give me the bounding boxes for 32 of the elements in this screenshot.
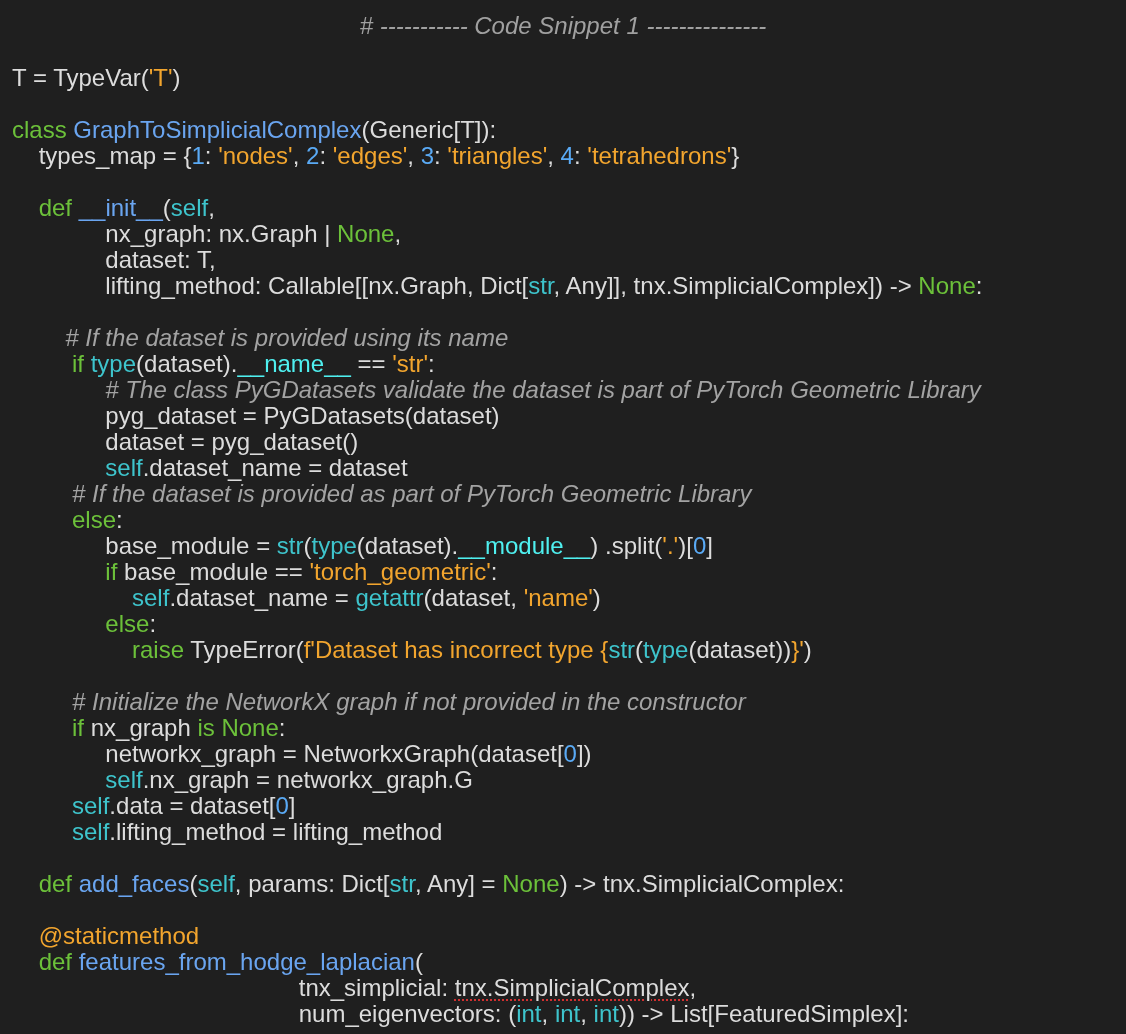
- code-line: self.data = dataset[0]: [71, 793, 296, 819]
- code-line: if nx_graph is None:: [71, 715, 286, 741]
- code-line: # If the dataset is provided using its name: [64, 325, 509, 351]
- code-line: dataset = pyg_dataset(): [104, 429, 359, 455]
- code-line: def add_faces(self, params: Dict[str, Any] = None) -> tnx.SimplicialComplex:: [37, 871, 845, 897]
- code-line: # If the dataset is provided as part of PyTorch Geometric Library: [71, 481, 752, 507]
- code-line: class GraphToSimplicialComplex(Generic[T]):: [12, 117, 497, 143]
- code-line: raise TypeError(f'Dataset has incorrect type {str(type(dataset))}'): [131, 637, 812, 663]
- code-line: dataset: T,: [104, 247, 216, 273]
- code-line: self.nx_graph = networkx_graph.G: [104, 767, 473, 793]
- code-line: def features_from_hodge_laplacian(: [37, 949, 423, 975]
- code-line: self.lifting_method = lifting_method: [71, 819, 443, 845]
- code-line: tnx_simplicial: tnx.SimplicialComplex,: [298, 975, 697, 1001]
- code-line: if type(dataset).__name__ == 'str':: [71, 351, 435, 377]
- code-line: num_eigenvectors: (int, int, int)) -> List[FeaturedSimplex]:: [297, 1001, 910, 1027]
- code-line: # Initialize the NetworkX graph if not provided in the constructor: [71, 689, 746, 715]
- code-line: lifting_method: Callable[[nx.Graph, Dict[str, Any]], tnx.SimplicialComplex]) -> None:: [104, 273, 983, 299]
- code-line: self.dataset_name = dataset: [104, 455, 408, 481]
- code-line: base_module = str(type(dataset).__module__) .split('.')[0]: [104, 533, 713, 559]
- code-line: nx_graph: nx.Graph | None,: [105, 221, 402, 247]
- code-line: # The class PyGDatasets validate the dataset is part of PyTorch Geometric Library: [105, 377, 981, 403]
- code-line: networkx_graph = NetworkxGraph(dataset[0]): [105, 741, 592, 767]
- code-line: else:: [104, 611, 157, 637]
- code-line: types_map = {1: 'nodes', 2: 'edges', 3: 'triangles', 4: 'tetrahedrons'}: [37, 143, 740, 169]
- code-line: T = TypeVar('T'): [12, 65, 181, 91]
- code-line: def __init__(self,: [37, 195, 215, 221]
- code-line: self.dataset_name = getattr(dataset, 'name'): [132, 585, 601, 611]
- code-line: else:: [71, 507, 123, 533]
- code-line: pyg_dataset = PyGDatasets(dataset): [104, 403, 500, 429]
- code-line: @staticmethod: [37, 923, 200, 949]
- snippet-title: # ----------- Code Snippet 1 ---------------: [358, 13, 768, 39]
- code-line: if base_module == 'torch_geometric':: [104, 559, 498, 585]
